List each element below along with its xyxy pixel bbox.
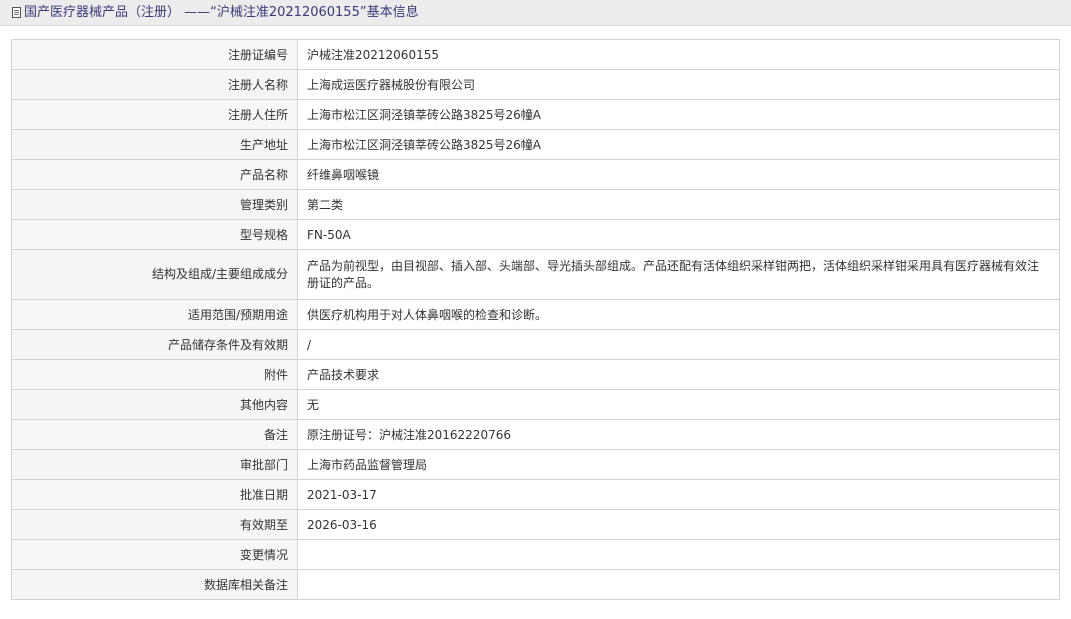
row-label: 注册人名称 [11,69,298,100]
row-value: 2026-03-16 [297,509,1060,540]
row-label: 变更情况 [11,539,298,570]
page-title: 国产医疗器械产品（注册） ——“沪械注准20212060155”基本信息 [24,4,419,20]
row-label: 附件 [11,359,298,390]
row-label: 注册人住所 [11,99,298,130]
row-value: 原注册证号：沪械注准20162220766 [297,419,1060,450]
row-value [297,569,1060,600]
table-row: 数据库相关备注 [11,569,1060,600]
row-label: 产品储存条件及有效期 [11,329,298,360]
table-row: 适用范围/预期用途 供医疗机构用于对人体鼻咽喉的检查和诊断。 [11,299,1060,330]
table-row: 注册证编号 沪械注准20212060155 [11,39,1060,70]
row-value: / [297,329,1060,360]
row-value: 2021-03-17 [297,479,1060,510]
row-label: 注册证编号 [11,39,298,70]
table-row: 结构及组成/主要组成成分 产品为前视型，由目视部、插入部、头端部、导光插头部组成… [11,249,1060,300]
row-label: 审批部门 [11,449,298,480]
table-row: 注册人住所 上海市松江区洞泾镇莘砖公路3825号26幢A [11,99,1060,130]
row-value: 供医疗机构用于对人体鼻咽喉的检查和诊断。 [297,299,1060,330]
table-row: 有效期至 2026-03-16 [11,509,1060,540]
row-value: 上海成运医疗器械股份有限公司 [297,69,1060,100]
table-row: 变更情况 [11,539,1060,570]
row-label: 生产地址 [11,129,298,160]
table-row: 管理类别 第二类 [11,189,1060,220]
row-label: 适用范围/预期用途 [11,299,298,330]
table-row: 审批部门 上海市药品监督管理局 [11,449,1060,480]
table-row: 产品名称 纤维鼻咽喉镜 [11,159,1060,190]
row-label: 其他内容 [11,389,298,420]
table-row: 其他内容 无 [11,389,1060,420]
table-row: 备注 原注册证号：沪械注准20162220766 [11,419,1060,450]
row-value: 第二类 [297,189,1060,220]
row-value: 沪械注准20212060155 [297,39,1060,70]
row-label: 有效期至 [11,509,298,540]
row-value: FN-50A [297,219,1060,250]
table-row: 注册人名称 上海成运医疗器械股份有限公司 [11,69,1060,100]
document-icon [12,7,21,18]
row-label: 备注 [11,419,298,450]
row-value: 上海市药品监督管理局 [297,449,1060,480]
info-table: 注册证编号 沪械注准20212060155 注册人名称 上海成运医疗器械股份有限… [11,39,1060,600]
row-value: 纤维鼻咽喉镜 [297,159,1060,190]
row-value: 产品技术要求 [297,359,1060,390]
table-row: 生产地址 上海市松江区洞泾镇莘砖公路3825号26幢A [11,129,1060,160]
row-label: 管理类别 [11,189,298,220]
row-label: 数据库相关备注 [11,569,298,600]
row-label: 结构及组成/主要组成成分 [11,249,298,300]
table-row: 型号规格 FN-50A [11,219,1060,250]
table-row: 产品储存条件及有效期 / [11,329,1060,360]
row-value [297,539,1060,570]
table-row: 附件 产品技术要求 [11,359,1060,390]
table-row: 批准日期 2021-03-17 [11,479,1060,510]
row-label: 型号规格 [11,219,298,250]
row-label: 批准日期 [11,479,298,510]
row-label: 产品名称 [11,159,298,190]
row-value: 无 [297,389,1060,420]
row-value: 产品为前视型，由目视部、插入部、头端部、导光插头部组成。产品还配有活体组织采样钳… [297,249,1060,300]
row-value: 上海市松江区洞泾镇莘砖公路3825号26幢A [297,99,1060,130]
row-value: 上海市松江区洞泾镇莘砖公路3825号26幢A [297,129,1060,160]
page-header: 国产医疗器械产品（注册） ——“沪械注准20212060155”基本信息 [0,0,1071,26]
